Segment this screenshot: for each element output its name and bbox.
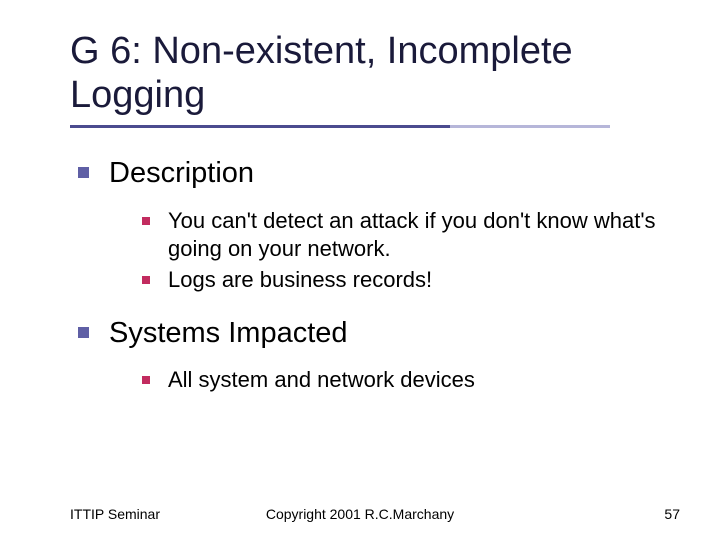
underline-dark <box>70 125 450 128</box>
section-items: You can't detect an attack if you don't … <box>142 207 680 294</box>
square-bullet-icon <box>142 276 150 284</box>
square-bullet-icon <box>78 167 89 178</box>
slide-footer: ITTIP Seminar Copyright 2001 R.C.Marchan… <box>0 506 720 522</box>
list-item: You can't detect an attack if you don't … <box>142 207 680 262</box>
section-items: All system and network devices <box>142 366 680 394</box>
footer-page-number: 57 <box>664 506 680 522</box>
list-item: All system and network devices <box>142 366 680 394</box>
section-heading: Description <box>78 156 680 191</box>
section-heading: Systems Impacted <box>78 316 680 351</box>
slide-title: G 6: Non-existent, Incomplete Logging <box>70 30 680 117</box>
slide-content: Description You can't detect an attack i… <box>70 156 680 394</box>
title-underline <box>70 125 610 128</box>
square-bullet-icon <box>78 327 89 338</box>
underline-light <box>450 125 610 128</box>
square-bullet-icon <box>142 217 150 225</box>
square-bullet-icon <box>142 376 150 384</box>
footer-left: ITTIP Seminar <box>70 506 160 522</box>
list-item-text: You can't detect an attack if you don't … <box>168 207 680 262</box>
list-item-text: All system and network devices <box>168 366 475 394</box>
section-heading-text: Description <box>109 156 254 191</box>
list-item: Logs are business records! <box>142 266 680 294</box>
slide: G 6: Non-existent, Incomplete Logging De… <box>0 0 720 540</box>
section-heading-text: Systems Impacted <box>109 316 348 351</box>
footer-center: Copyright 2001 R.C.Marchany <box>266 506 454 522</box>
list-item-text: Logs are business records! <box>168 266 432 294</box>
